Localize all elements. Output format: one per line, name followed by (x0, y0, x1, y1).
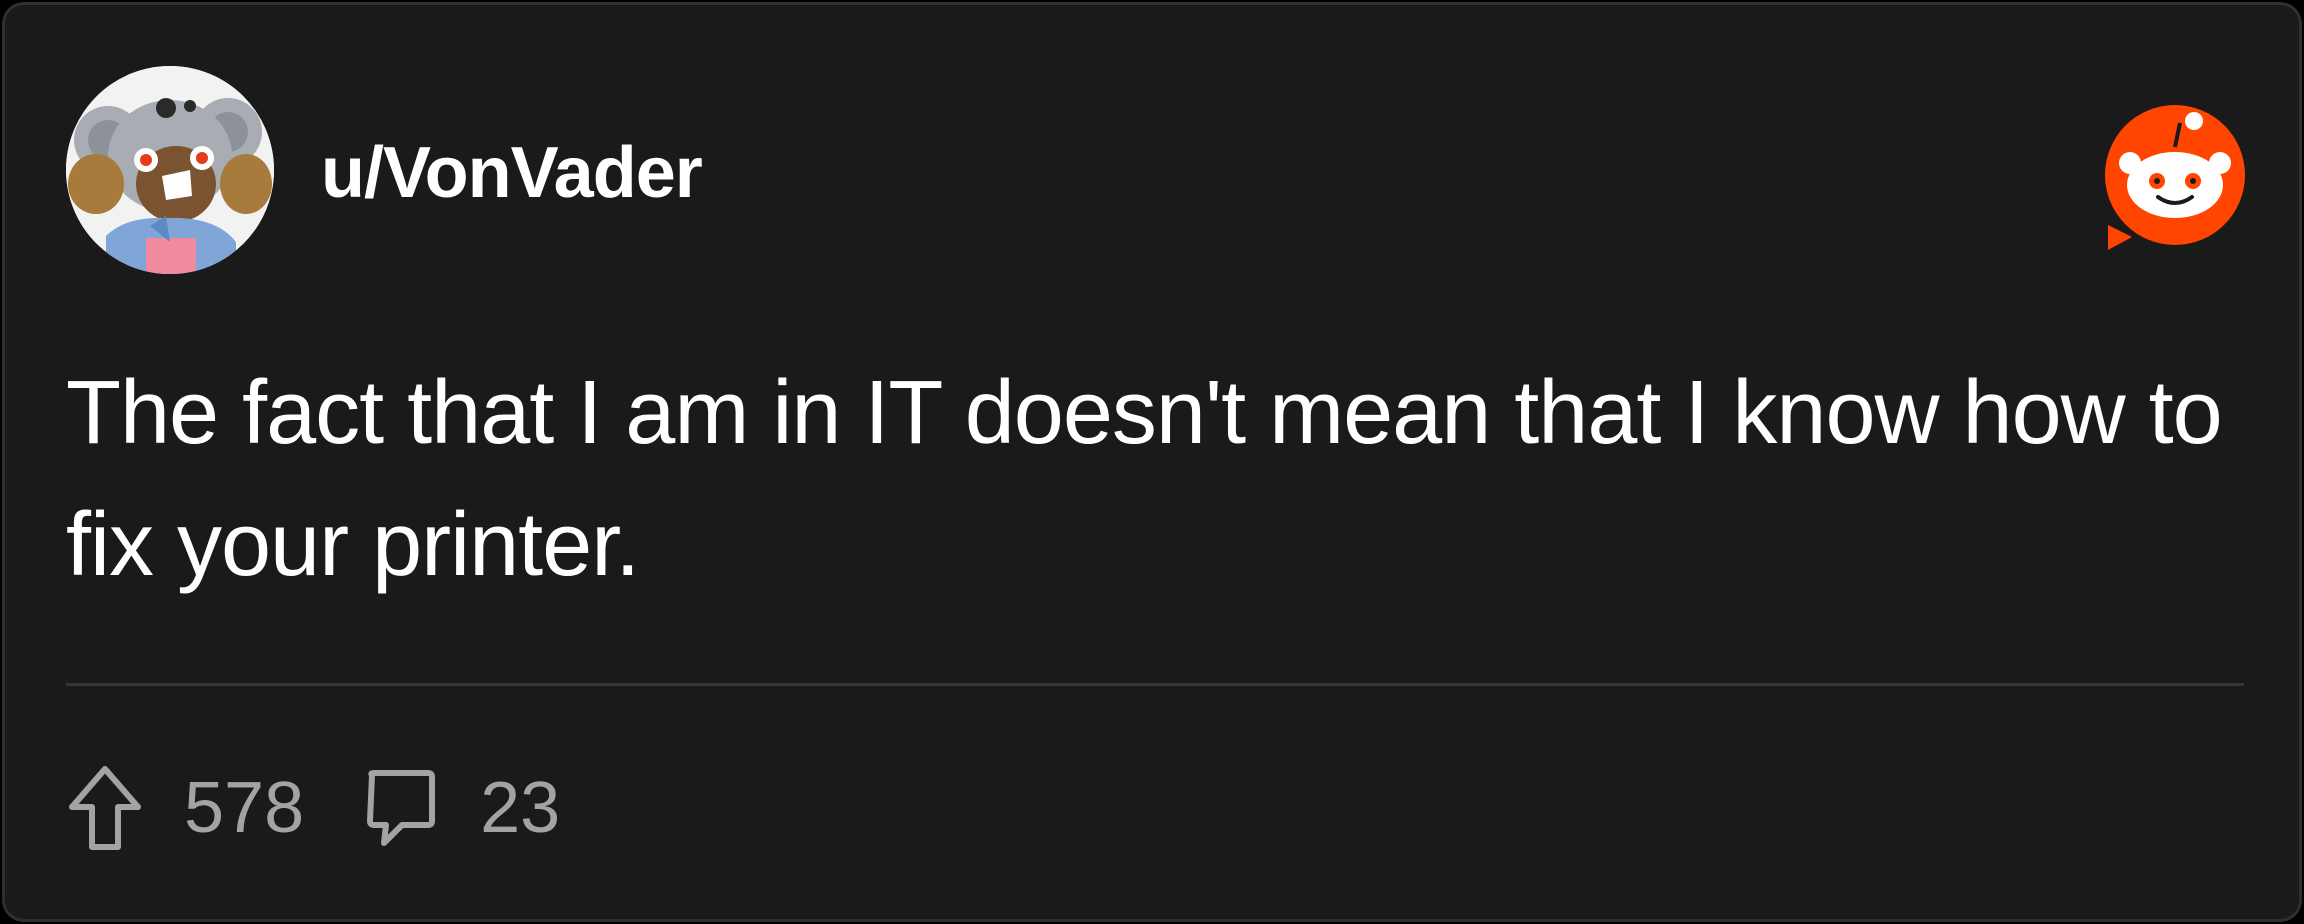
post-text: The fact that I am in IT doesn't mean th… (66, 363, 2223, 595)
reddit-logo-icon (2100, 105, 2250, 250)
post-card: u/VonVader The fact that I am in IT does… (2, 2, 2302, 922)
comment-stat[interactable]: 23 (362, 763, 560, 853)
comment-count: 23 (480, 768, 561, 848)
post-stats: 578 23 (66, 763, 560, 853)
upvote-arrow-icon[interactable] (66, 763, 144, 853)
user-avatar[interactable] (66, 66, 274, 274)
divider (66, 683, 2244, 686)
koala-avatar-icon (66, 66, 274, 274)
upvote-count: 578 (184, 768, 305, 848)
comment-bubble-icon[interactable] (362, 763, 440, 853)
username[interactable]: u/VonVader (321, 131, 703, 215)
